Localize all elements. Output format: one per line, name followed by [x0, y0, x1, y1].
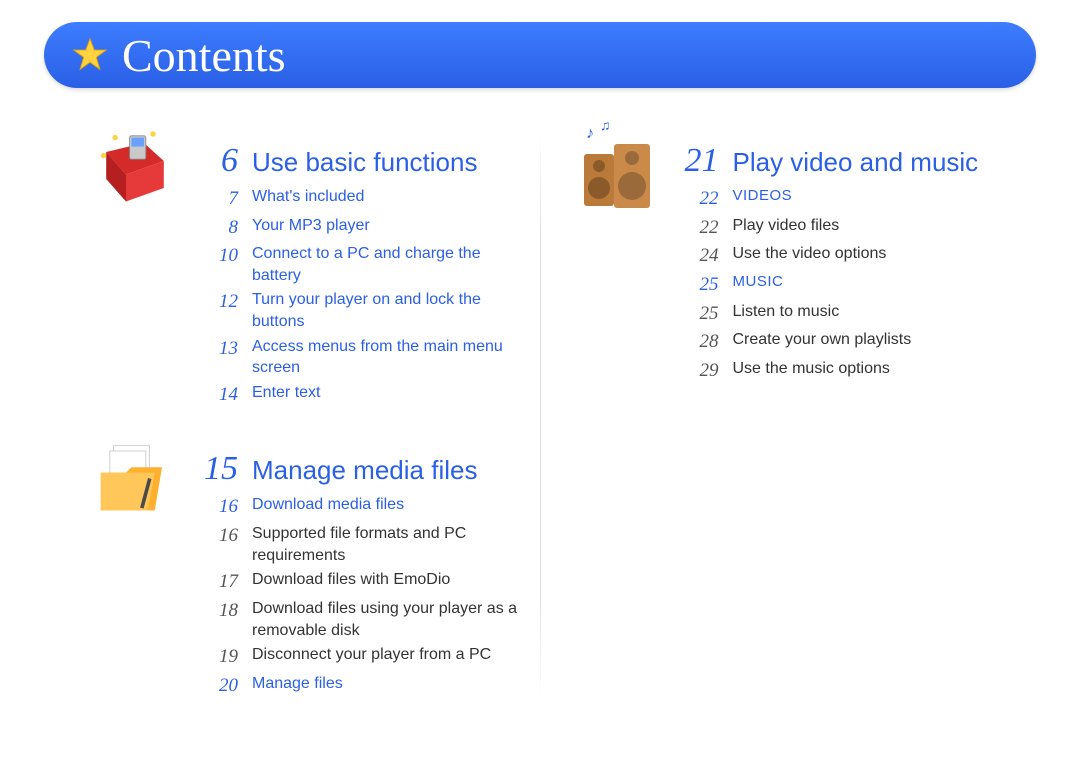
page-title: Contents: [122, 29, 286, 82]
entry-page: 8: [194, 215, 238, 241]
toc-entry[interactable]: 13 Access menus from the main menu scree…: [194, 336, 520, 379]
toc-entry[interactable]: 22 Play video files: [675, 215, 1001, 241]
entry-page: 24: [675, 243, 719, 269]
entry-page: 7: [194, 186, 238, 212]
toc-entry[interactable]: 14 Enter text: [194, 382, 520, 408]
toc-entry[interactable]: 29 Use the music options: [675, 358, 1001, 384]
entry-page: 25: [675, 272, 719, 298]
entry-text: VIDEOS: [733, 186, 1001, 206]
section-play-video-music: ♪ ♫ 21 Play video and music 22 VID: [561, 120, 1001, 386]
entry-page: 29: [675, 358, 719, 384]
entry-page: 13: [194, 336, 238, 362]
entry-page: 28: [675, 329, 719, 355]
section-title: Manage media files: [252, 455, 477, 486]
toc-entry[interactable]: 25 Listen to music: [675, 301, 1001, 327]
entry-text: Connect to a PC and charge the battery: [252, 243, 520, 286]
entry-text: Create your own playlists: [733, 329, 1001, 351]
entry-text: Disconnect your player from a PC: [252, 644, 520, 666]
entry-text: Download files using your player as a re…: [252, 598, 520, 641]
svg-text:♪: ♪: [586, 125, 594, 142]
section-title-row[interactable]: 6 Use basic functions: [194, 142, 520, 180]
toc-subheading[interactable]: 22 VIDEOS: [675, 186, 1001, 212]
toc-entry[interactable]: 12 Turn your player on and lock the butt…: [194, 289, 520, 332]
section-manage-media-files: 15 Manage media files 16 Download media …: [80, 428, 520, 701]
entry-page: 14: [194, 382, 238, 408]
header-bar: Contents: [44, 22, 1036, 88]
entry-text: Listen to music: [733, 301, 1001, 323]
entry-text: Turn your player on and lock the buttons: [252, 289, 520, 332]
left-column: 6 Use basic functions 7 What's included …: [60, 120, 540, 722]
entry-page: 16: [194, 494, 238, 520]
entry-text: Use the music options: [733, 358, 1001, 380]
entry-page: 22: [675, 215, 719, 241]
section-title-row[interactable]: 15 Manage media files: [194, 450, 520, 488]
toc-entry[interactable]: 10 Connect to a PC and charge the batter…: [194, 243, 520, 286]
entry-text: Access menus from the main menu screen: [252, 336, 520, 379]
entry-page: 22: [675, 186, 719, 212]
toc-entry[interactable]: 24 Use the video options: [675, 243, 1001, 269]
toc-entry[interactable]: 19 Disconnect your player from a PC: [194, 644, 520, 670]
entry-text: MUSIC: [733, 272, 1001, 292]
section-body: 6 Use basic functions 7 What's included …: [190, 120, 520, 410]
toc-entry[interactable]: 7 What's included: [194, 186, 520, 212]
entry-page: 12: [194, 289, 238, 315]
section-page-number: 21: [675, 142, 719, 180]
entry-page: 18: [194, 598, 238, 624]
right-column: ♪ ♫ 21 Play video and music 22 VID: [541, 120, 1021, 722]
section-title: Play video and music: [733, 147, 979, 178]
entry-text: Download files with EmoDio: [252, 569, 520, 591]
entry-page: 10: [194, 243, 238, 269]
section-body: 15 Manage media files 16 Download media …: [190, 428, 520, 701]
entry-text: Download media files: [252, 494, 520, 516]
entry-text: Supported file formats and PC requiremen…: [252, 523, 520, 566]
svg-text:♫: ♫: [600, 120, 611, 133]
toc-entry[interactable]: 16 Supported file formats and PC require…: [194, 523, 520, 566]
entry-text: What's included: [252, 186, 520, 208]
entry-page: 19: [194, 644, 238, 670]
entry-text: Enter text: [252, 382, 520, 404]
entry-text: Your MP3 player: [252, 215, 520, 237]
section-title: Use basic functions: [252, 147, 477, 178]
entry-page: 25: [675, 301, 719, 327]
toc-entry[interactable]: 18 Download files using your player as a…: [194, 598, 520, 641]
toc-subheading[interactable]: 25 MUSIC: [675, 272, 1001, 298]
entry-text: Use the video options: [733, 243, 1001, 265]
toc-entry[interactable]: 28 Create your own playlists: [675, 329, 1001, 355]
toc-entry[interactable]: 20 Manage files: [194, 673, 520, 699]
section-page-number: 6: [194, 142, 238, 180]
entry-page: 17: [194, 569, 238, 595]
entry-page: 16: [194, 523, 238, 549]
section-title-row[interactable]: 21 Play video and music: [675, 142, 1001, 180]
toc-entry[interactable]: 17 Download files with EmoDio: [194, 569, 520, 595]
folder-files-icon: [80, 428, 190, 528]
entry-text: Play video files: [733, 215, 1001, 237]
toc-entry[interactable]: 16 Download media files: [194, 494, 520, 520]
star-icon: [70, 35, 110, 75]
entry-page: 20: [194, 673, 238, 699]
toc-entry[interactable]: 8 Your MP3 player: [194, 215, 520, 241]
section-use-basic-functions: 6 Use basic functions 7 What's included …: [80, 120, 520, 410]
gift-box-icon: [80, 120, 190, 220]
content-columns: 6 Use basic functions 7 What's included …: [60, 120, 1020, 722]
speakers-music-icon: ♪ ♫: [561, 120, 671, 220]
entry-text: Manage files: [252, 673, 520, 695]
section-page-number: 15: [194, 450, 238, 488]
section-body: 21 Play video and music 22 VIDEOS 22 Pla…: [671, 120, 1001, 386]
